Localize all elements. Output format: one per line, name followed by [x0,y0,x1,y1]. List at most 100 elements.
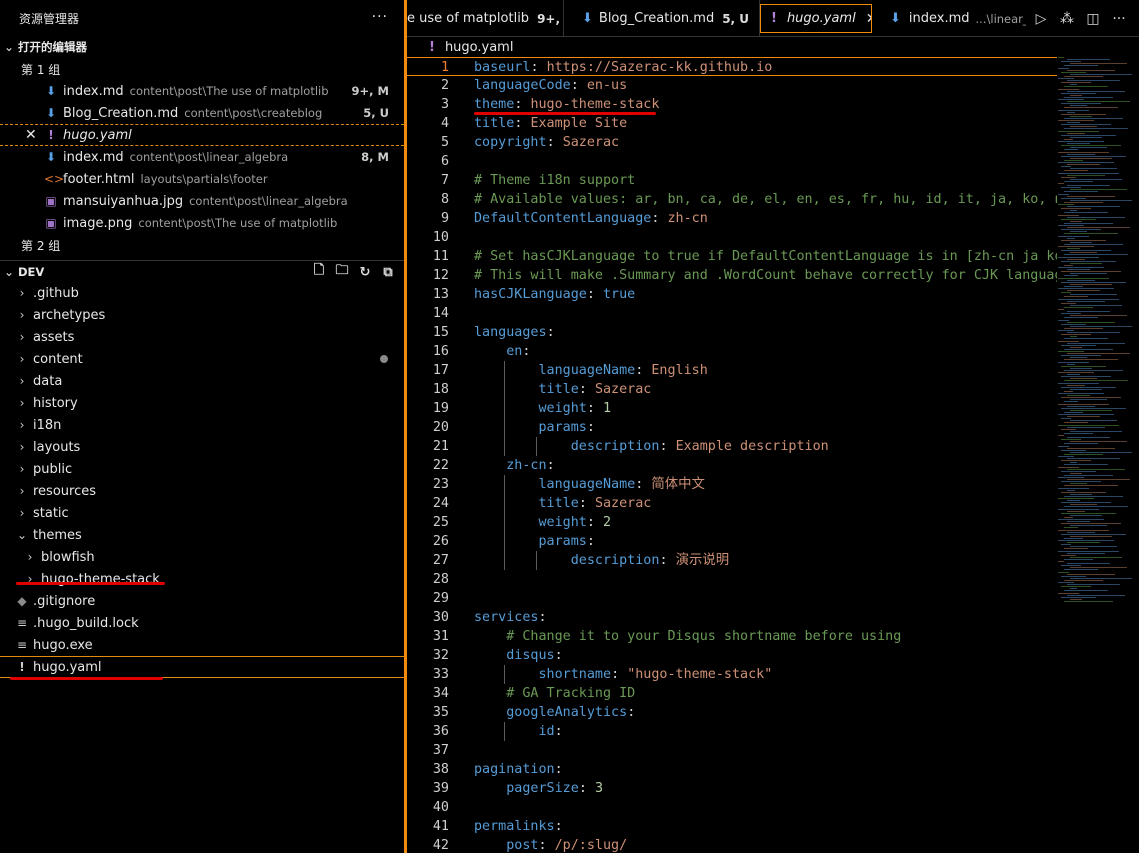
open-editor-filename: hugo.yaml [63,127,132,143]
code-line[interactable]: 29 [407,589,1057,608]
graph-icon[interactable]: ⁂ [1059,11,1075,27]
minimap-stroke [1058,330,1074,331]
code-line[interactable]: 6 [407,152,1057,171]
code-text: params: [538,420,595,435]
tab-matplotlib-index[interactable]: e use of matplotlib 9+, M [407,0,564,37]
code-line[interactable]: 14 [407,304,1057,323]
code-line[interactable]: 11 # Set hasCJKLanguage to true if Defaul… [407,247,1057,266]
code-line[interactable]: 5 copyright: Sazerac [407,133,1057,152]
tree-folder[interactable]: › blowfish [0,546,404,568]
minimap-stroke [1061,323,1086,325]
open-editor-item[interactable]: ⬇ Blog_Creation.md content\post\createblog… [0,102,404,124]
code-line[interactable]: 7 # Theme i18n support [407,171,1057,190]
open-editor-item[interactable]: ⬇ index.md content\post\The use of matplot… [0,80,404,102]
open-editor-item[interactable]: <> footer.html layouts\partials\footer [0,168,404,190]
editor-group-1[interactable]: 第 1 组 [0,58,404,80]
open-editor-path: content\post\The use of matplotlib [138,215,338,230]
line-number: 40 [432,800,449,815]
tree-folder[interactable]: › hugo-theme-stack [0,568,404,590]
tree-file[interactable]: ! hugo.yaml [0,656,404,678]
collapse-all-icon[interactable]: ⧉ [380,264,396,280]
tree-folder[interactable]: › history [0,392,404,414]
tree-folder[interactable]: › .github [0,282,404,304]
split-editor-icon[interactable]: ◫ [1085,11,1101,27]
minimap-stroke [1067,500,1080,502]
open-editor-item[interactable]: ⬇ index.md content\post\linear_algebra 8, M [0,146,404,168]
tree-file[interactable]: ◆ .gitignore [0,590,404,612]
tree-item-label: blowfish [41,549,95,565]
tree-file[interactable]: ≡ .hugo_build.lock [0,612,404,634]
image-icon: ▣ [45,216,57,230]
code-text: en: [506,344,531,359]
minimap-stroke [1070,420,1117,422]
code-line[interactable]: 10 [407,228,1057,247]
open-editor-item[interactable]: ✕! hugo.yaml [0,124,404,146]
code-line[interactable]: 16 en: [407,342,1057,361]
code-line[interactable]: 34 # GA Tracking ID [407,684,1057,703]
editor-group-2[interactable]: 第 2 组 [0,234,404,256]
minimap-stroke [1061,103,1101,105]
code-line[interactable]: 1 baseurl: https://Sazerac-kk.github.io [407,57,1057,76]
code-line[interactable]: 9 DefaultContentLanguage: zh-cn [407,209,1057,228]
minimap-stroke [1067,563,1110,565]
run-icon[interactable]: ▷ [1033,11,1049,27]
code-line[interactable]: 28 [407,570,1057,589]
minimap-stroke [1061,113,1106,115]
code-editor[interactable]: 1 baseurl: https://Sazerac-kk.github.io 2 l… [407,57,1057,853]
close-icon[interactable]: ✕ [866,11,871,27]
code-line[interactable]: 32 disqus: [407,646,1057,665]
code-line[interactable]: 37 [407,741,1057,760]
code-line[interactable]: 15 languages: [407,323,1057,342]
new-folder-icon[interactable]: 🗀 [334,263,350,280]
code-line[interactable]: 4 title: Example Site [407,114,1057,133]
code-line[interactable]: 39 pagerSize: 3 [407,779,1057,798]
code-line[interactable]: 8 # Available values: ar, bn, ca, de, el,… [407,190,1057,209]
tab-hugo-yaml[interactable]: ! hugo.yaml ✕ [760,4,872,33]
workspace-section[interactable]: ⌄ DEV 🗋 🗀 ↻ ⧉ [0,260,404,282]
minimap-stroke [1070,168,1117,170]
tree-folder[interactable]: › assets [0,326,404,348]
minimap-stroke [1058,109,1089,111]
tree-folder[interactable]: › public [0,458,404,480]
breadcrumb-file[interactable]: hugo.yaml [445,40,514,55]
close-icon[interactable]: ✕ [25,127,39,143]
tab-badge: 5, U [722,11,750,26]
more-actions-icon[interactable]: ··· [1111,11,1127,27]
open-editor-item[interactable]: ▣ image.png content\post\The use of matplo… [0,212,404,234]
code-line[interactable]: 40 [407,798,1057,817]
tree-folder[interactable]: › content [0,348,404,370]
minimap[interactable] [1052,57,1139,617]
code-line[interactable]: 30 services: [407,608,1057,627]
minimap-stroke [1070,210,1077,212]
tab-blog-creation[interactable]: ⬇ Blog_Creation.md 5, U [568,0,760,37]
tree-folder[interactable]: › archetypes [0,304,404,326]
tree-folder[interactable]: › resources [0,480,404,502]
tab-linear-algebra-index[interactable]: ⬇ index.md ...\linear_al [876,0,1026,37]
code-line[interactable]: 12 # This will make .Summary and .WordCou… [407,266,1057,285]
minimap-stroke [1064,264,1073,266]
tree-folder[interactable]: › static [0,502,404,524]
tree-file[interactable]: ≡ hugo.exe [0,634,404,656]
minimap-stroke [1058,487,1089,489]
code-line[interactable]: 22 zh-cn: [407,456,1057,475]
minimap-stroke [1061,470,1096,472]
minimap-stroke [1064,569,1098,571]
minimap-stroke [1064,432,1093,434]
more-actions-icon[interactable]: ··· [372,9,388,25]
code-line[interactable]: 41 permalinks: [407,817,1057,836]
refresh-icon[interactable]: ↻ [357,264,373,280]
open-editor-item[interactable]: ▣ mansuiyanhua.jpg content\post\linear_alg… [0,190,404,212]
tree-folder[interactable]: › i18n [0,414,404,436]
tree-folder[interactable]: › layouts [0,436,404,458]
code-line[interactable]: 13 hasCJKLanguage: true [407,285,1057,304]
new-file-icon[interactable]: 🗋 [311,263,327,280]
tree-item-label: themes [33,527,82,543]
code-line[interactable]: 42 post: /p/:slug/ [407,836,1057,853]
code-line[interactable]: 35 googleAnalytics: [407,703,1057,722]
code-line[interactable]: 2 languageCode: en-us [407,76,1057,95]
open-editors-section[interactable]: ⌄ 打开的编辑器 [0,36,404,58]
code-line[interactable]: 38 pagination: [407,760,1057,779]
tree-folder[interactable]: ⌄ themes [0,524,404,546]
code-line[interactable]: 31 # Change it to your Disqus shortname … [407,627,1057,646]
tree-folder[interactable]: › data [0,370,404,392]
